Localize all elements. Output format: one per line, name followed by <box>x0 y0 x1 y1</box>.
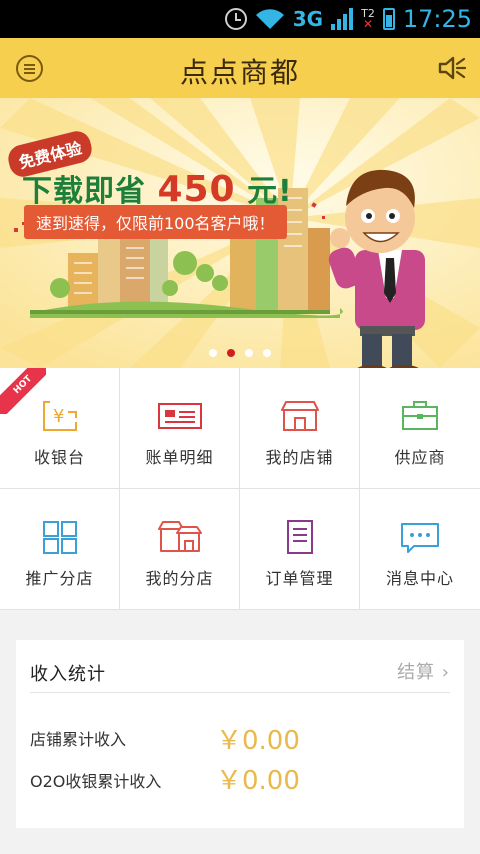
grid-item-orders[interactable]: 订单管理 <box>240 489 360 610</box>
app-header: 点点商都 <box>0 38 480 98</box>
grid-item-promote-branch[interactable]: 推广分店 <box>0 489 120 610</box>
branch-shop-icon <box>158 521 202 552</box>
grid-item-supplier[interactable]: 供应商 <box>360 368 480 489</box>
network-type: 3G <box>292 7 324 31</box>
speaker-icon[interactable] <box>438 55 466 81</box>
grid-item-label: 消息中心 <box>385 569 454 588</box>
signal-icon <box>331 8 354 30</box>
alarm-icon <box>224 8 247 30</box>
income-stats-card: 收入统计 结算 › 店铺累计收入 ￥0.00 O2O收银累计收入 ￥0.00 <box>16 640 464 828</box>
battery-icon <box>382 8 395 30</box>
carousel-indicator <box>0 349 480 357</box>
bill-icon <box>158 403 202 429</box>
carousel-dot-active[interactable] <box>227 349 235 357</box>
card-title: 收入统计 <box>30 664 106 685</box>
grid-item-label: 我的分店 <box>145 569 214 588</box>
message-icon <box>401 523 439 553</box>
shop-income-value: ￥0.00 <box>216 726 300 756</box>
grid-item-label: 推广分店 <box>25 569 94 588</box>
wifi-icon <box>255 9 284 30</box>
grid-item-my-shop[interactable]: 我的店铺 <box>240 368 360 489</box>
banner-subline: 速到速得，仅限前100名客户哦！ <box>24 205 287 239</box>
grid-item-label: 供应商 <box>394 448 446 467</box>
grid-item-my-branch[interactable]: 我的分店 <box>120 489 240 610</box>
grid-icon <box>43 521 77 554</box>
banner-headline: 下载即省 450 元! <box>22 169 293 210</box>
grid-item-label: 我的店铺 <box>265 448 334 467</box>
svg-text:¥: ¥ <box>53 406 64 427</box>
divider <box>30 692 450 693</box>
o2o-income-value: ￥0.00 <box>216 766 300 796</box>
function-grid: ¥ 收银台 账单明细 我的店铺 供应商 推广分店 我的分店 订单管理 消息中心 <box>0 368 480 610</box>
briefcase-icon <box>402 401 438 430</box>
grid-item-label: 收银台 <box>33 448 85 467</box>
clock: 17:25 <box>402 5 472 33</box>
app-title: 点点商都 <box>179 56 300 89</box>
cashier-icon: ¥ <box>43 401 77 431</box>
grid-item-label: 账单明细 <box>145 448 214 467</box>
shop-income-label: 店铺累计收入 <box>30 730 127 749</box>
carousel-dot[interactable] <box>263 349 271 357</box>
grid-item-bill[interactable]: 账单明细 <box>120 368 240 489</box>
shop-icon <box>281 401 319 431</box>
status-bar: 3G T2 ✕ 17:25 <box>0 0 480 38</box>
promo-banner[interactable]: 免费体验 下载即省 450 元! 速到速得，仅限前100名客户哦！ <box>0 98 480 368</box>
hot-badge: HOT <box>0 368 46 414</box>
grid-item-label: 订单管理 <box>265 569 334 588</box>
chevron-right-icon: › <box>441 662 450 683</box>
o2o-income-label: O2O收银累计收入 <box>30 772 162 791</box>
settle-link[interactable]: 结算 › <box>397 658 450 684</box>
sim2-indicator: T2 ✕ <box>361 7 375 31</box>
grid-item-messages[interactable]: 消息中心 <box>360 489 480 610</box>
carousel-dot[interactable] <box>209 349 217 357</box>
document-icon <box>287 520 313 554</box>
carousel-dot[interactable] <box>245 349 253 357</box>
